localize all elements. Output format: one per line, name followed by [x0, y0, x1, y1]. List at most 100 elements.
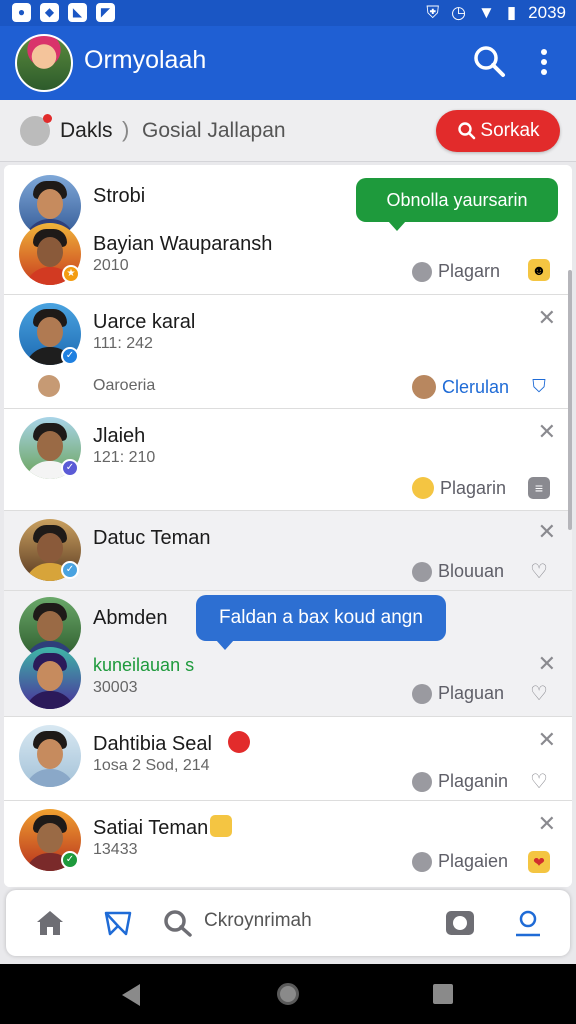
- heart-icon: [412, 771, 432, 792]
- app-notification-icon: ◆: [40, 3, 59, 22]
- contact-meta-label: Blouuan: [438, 561, 505, 581]
- contact-meta-label: Clerulan: [442, 376, 510, 397]
- contact-sub: 121: 210: [93, 449, 156, 466]
- home-icon[interactable]: [34, 908, 66, 938]
- home-button-icon[interactable]: [277, 983, 299, 1005]
- search-icon[interactable]: [472, 44, 506, 78]
- alarm-icon: ◷: [451, 3, 466, 22]
- search-icon[interactable]: [162, 908, 194, 938]
- app-notification-icon: ◤: [96, 3, 115, 22]
- emoji-icon: [412, 477, 434, 499]
- app-notification-icon: ●: [12, 3, 31, 22]
- verified-badge: ✓: [61, 347, 79, 365]
- contact-meta-label: Plagarn: [438, 261, 501, 281]
- recent-apps-icon[interactable]: [433, 984, 453, 1004]
- list-item[interactable]: ✓ Datuc Teman ✕ Blouuan ♡: [4, 511, 572, 591]
- close-icon[interactable]: ✕: [538, 307, 556, 329]
- profile-avatar[interactable]: [15, 34, 73, 92]
- status-badge: ✓: [61, 459, 79, 477]
- app-notification-icon: ◣: [68, 3, 87, 22]
- contact-meta-label: Plagaien: [438, 851, 509, 871]
- heart-icon[interactable]: ♡: [528, 561, 550, 583]
- list-item[interactable]: Dahtibia Seal 1osa 2 Sod, 214 ✕ Plaganin…: [4, 717, 572, 801]
- contact-sub: 1osa 2 Sod, 214: [93, 757, 210, 774]
- online-badge: ✓: [61, 851, 79, 869]
- contact-status: kuneilauan s: [93, 655, 195, 675]
- avatar: [412, 375, 436, 399]
- contact-name: Jlaieh: [93, 425, 146, 447]
- emoji-icon[interactable]: ☻: [528, 259, 550, 281]
- contact-meta: Plagarin: [412, 477, 506, 499]
- search-button-label: Sorkak: [480, 120, 540, 141]
- close-icon[interactable]: ✕: [538, 729, 556, 751]
- record-icon: [228, 731, 250, 753]
- contact-meta: Plagaien: [412, 851, 508, 872]
- contact-sub: 13433: [93, 841, 138, 858]
- contact-name: Bayian Wauparansh: [93, 233, 273, 255]
- close-icon[interactable]: ✕: [538, 653, 556, 675]
- wifi-icon: ▼: [477, 3, 495, 22]
- search-icon: [458, 122, 476, 140]
- more-options-icon[interactable]: [534, 46, 554, 80]
- camera-icon[interactable]: [444, 908, 476, 938]
- close-icon[interactable]: ✕: [538, 813, 556, 835]
- contact-name: Strobi: [93, 185, 146, 207]
- send-icon[interactable]: [102, 908, 134, 938]
- contact-meta: Clerulan: [412, 375, 509, 399]
- contact-meta: Plagarn: [412, 261, 500, 282]
- emoji-icon: [210, 815, 232, 837]
- shield-icon: ⛨: [426, 3, 440, 22]
- avatar: [19, 647, 81, 709]
- heart-icon: [412, 561, 432, 582]
- status-notifications: ● ◆ ◣ ◤: [12, 3, 115, 22]
- status-indicators: ⛨ ◷ ▼ ▮ 2039: [426, 2, 566, 24]
- breadcrumb-current[interactable]: Gosial Jallapan: [142, 119, 286, 143]
- contact-meta-label: Plagarin: [440, 477, 507, 498]
- contact-sub: 2010: [93, 257, 129, 274]
- status-badge: ★: [62, 265, 80, 283]
- breadcrumb-separator: ): [122, 117, 130, 142]
- avatar: [19, 725, 81, 787]
- contact-meta: Plaguan: [412, 683, 504, 704]
- app-title: Ormyolaah: [84, 46, 207, 74]
- bottom-navigation: Ckroynrimah: [6, 890, 570, 956]
- search-button[interactable]: Sorkak: [436, 110, 560, 152]
- contact-meta: Blouuan: [412, 561, 504, 582]
- scrollbar[interactable]: [568, 270, 572, 530]
- contact-name: Datuc Teman: [93, 527, 211, 549]
- contact-meta-label: Plaguan: [438, 683, 505, 703]
- contact-list: ★ Strobi Bayian Wauparansh 2010 Obnolla …: [4, 165, 572, 887]
- heart-icon[interactable]: ♡: [528, 771, 550, 793]
- message-bubble[interactable]: Obnolla yaursarin: [356, 178, 558, 231]
- gift-icon[interactable]: ❤: [528, 851, 550, 873]
- status-badge: ✓: [61, 561, 79, 579]
- contact-name: Satiai Teman: [93, 817, 209, 839]
- heart-icon[interactable]: ♡: [528, 683, 550, 705]
- status-bar: ● ◆ ◣ ◤ ⛨ ◷ ▼ ▮ 2039: [0, 0, 576, 26]
- close-icon[interactable]: ✕: [538, 521, 556, 543]
- list-item[interactable]: ★ Strobi Bayian Wauparansh 2010 Obnolla …: [4, 165, 572, 295]
- contact-sub: 111: 242: [93, 335, 153, 352]
- list-item[interactable]: ✓ Jlaieh 121: 210 ✕ Plagarin ≡: [4, 409, 572, 511]
- app-bar: Ormyolaah: [0, 26, 576, 100]
- shield-icon[interactable]: ⛉: [528, 375, 550, 397]
- back-icon[interactable]: [122, 984, 140, 1006]
- list-icon[interactable]: ≡: [528, 477, 550, 499]
- notification-dot-icon[interactable]: [20, 114, 52, 146]
- heart-icon: [412, 261, 432, 282]
- contact-name: Uarce karal: [93, 311, 196, 333]
- profile-icon[interactable]: [512, 908, 544, 938]
- breadcrumb: Dakls ) Gosial Jallapan Sorkak: [0, 100, 576, 162]
- close-icon[interactable]: ✕: [538, 421, 556, 443]
- contact-meta-label: Plaganin: [438, 771, 509, 791]
- breadcrumb-item[interactable]: Dakls: [60, 119, 113, 143]
- contact-note: Oaroeria: [93, 377, 156, 394]
- list-item[interactable]: ✓ Satiai Teman 13433 ✕ Plagaien ❤: [4, 801, 572, 887]
- nav-search-label[interactable]: Ckroynrimah: [204, 910, 312, 932]
- list-item[interactable]: ✓ Uarce karal 111: 242 Oaroeria ✕ Clerul…: [4, 295, 572, 409]
- message-bubble[interactable]: Faldan a bax koud angn: [196, 595, 446, 650]
- system-navigation: [0, 964, 576, 1024]
- contact-name: Abmden: [93, 607, 168, 629]
- status-time: 2039: [528, 3, 566, 22]
- contact-meta: Plaganin: [412, 771, 508, 792]
